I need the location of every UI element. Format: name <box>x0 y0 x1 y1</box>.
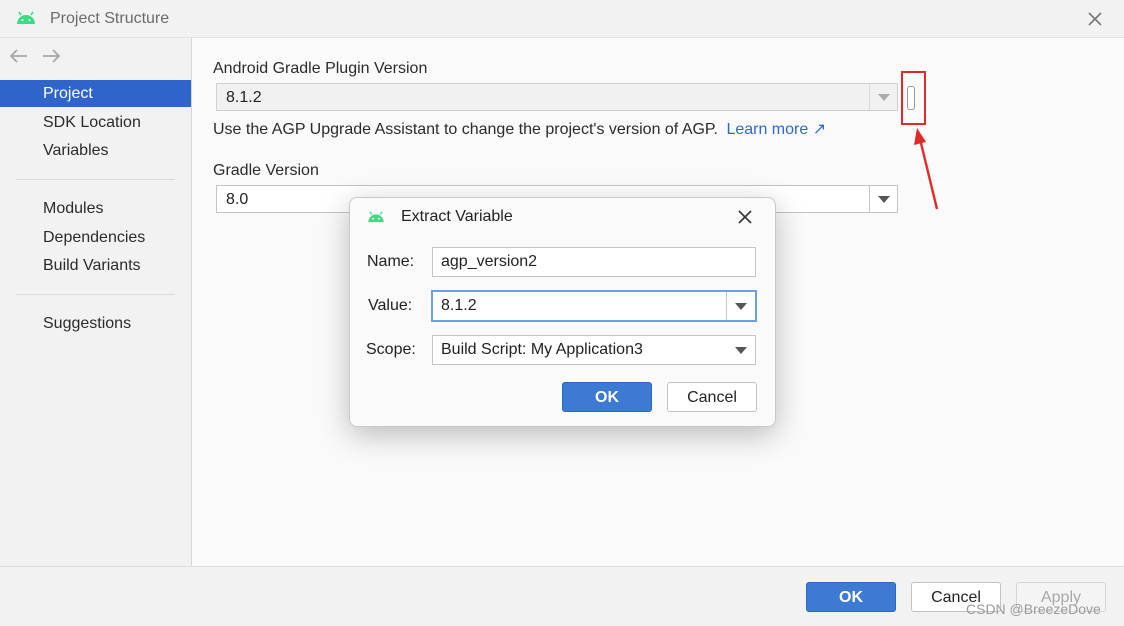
annotation-highlight-box <box>901 71 926 125</box>
ok-button[interactable]: OK <box>806 582 896 612</box>
agp-version-label: Android Gradle Plugin Version <box>213 60 428 77</box>
agp-helper-text: Use the AGP Upgrade Assistant to change … <box>213 119 826 139</box>
sidebar-divider <box>16 294 175 295</box>
scope-select[interactable]: Build Script: My Application3 <box>432 335 756 365</box>
sidebar-item-variables[interactable]: Variables <box>0 137 191 164</box>
title-bar: Project Structure <box>0 0 1124 38</box>
sidebar-item-dependencies[interactable]: Dependencies <box>0 224 191 251</box>
nav-arrows <box>9 49 61 63</box>
chevron-down-icon <box>878 94 890 101</box>
sidebar: Project SDK Location Variables Modules D… <box>0 38 192 566</box>
sidebar-item-suggestions[interactable]: Suggestions <box>0 310 191 337</box>
annotation-arrow <box>914 128 939 210</box>
name-field[interactable]: agp_version2 <box>432 247 756 277</box>
chevron-down-icon <box>735 303 747 310</box>
back-arrow-icon[interactable] <box>9 49 27 63</box>
sidebar-item-build-variants[interactable]: Build Variants <box>0 252 191 279</box>
name-field-value: agp_version2 <box>441 253 538 270</box>
gradle-version-dropdown-button[interactable] <box>869 186 897 212</box>
agp-version-value: 8.1.2 <box>226 89 262 106</box>
agp-version-dropdown-button[interactable] <box>869 84 897 110</box>
value-label: Value: <box>368 297 413 314</box>
agp-version-combo[interactable]: 8.1.2 <box>216 83 898 111</box>
android-icon <box>368 211 384 223</box>
chevron-down-icon <box>878 196 890 203</box>
gradle-version-label: Gradle Version <box>213 162 319 179</box>
gradle-version-value: 8.0 <box>226 191 249 208</box>
dialog-cancel-button[interactable]: Cancel <box>667 382 757 412</box>
chevron-down-icon <box>735 347 747 354</box>
close-icon[interactable] <box>1085 9 1105 29</box>
sidebar-item-sdk-location[interactable]: SDK Location <box>0 109 191 136</box>
value-combo[interactable]: 8.1.2 <box>431 290 757 322</box>
sidebar-divider <box>16 179 175 180</box>
sidebar-item-modules[interactable]: Modules <box>0 195 191 222</box>
scope-label: Scope: <box>366 341 416 358</box>
extract-variable-dialog: Extract Variable Name: agp_version2 Valu… <box>349 197 776 427</box>
window-title: Project Structure <box>50 10 170 27</box>
agp-helper-message: Use the AGP Upgrade Assistant to change … <box>213 121 718 138</box>
watermark: CSDN @BreezeDove <box>966 601 1101 617</box>
learn-more-link[interactable]: Learn more ↗ <box>726 121 826 138</box>
forward-arrow-icon[interactable] <box>43 49 61 63</box>
scope-value: Build Script: My Application3 <box>441 341 643 358</box>
name-label: Name: <box>367 253 415 270</box>
dialog-title: Extract Variable <box>401 208 513 225</box>
close-icon[interactable] <box>736 208 754 226</box>
android-icon <box>17 11 35 24</box>
dialog-ok-button[interactable]: OK <box>562 382 652 412</box>
value-dropdown-button[interactable] <box>726 292 755 320</box>
value-field-value: 8.1.2 <box>441 297 477 314</box>
sidebar-item-project[interactable]: Project <box>0 80 191 107</box>
